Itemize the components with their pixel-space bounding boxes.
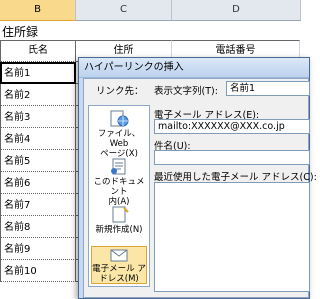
- document-icon: [111, 158, 126, 175]
- name-cell[interactable]: 名前9: [0, 238, 76, 260]
- display-text-input[interactable]: 名前1: [226, 81, 310, 96]
- name-cell[interactable]: 名前5: [0, 150, 76, 172]
- file-web-icon: [110, 110, 129, 127]
- name-cell[interactable]: 名前1: [0, 62, 76, 84]
- name-cell[interactable]: 名前2: [0, 84, 76, 106]
- email-address-input[interactable]: mailto:XXXXXX@XXX.co.jp: [154, 119, 310, 134]
- dialog-body: リンク先： 表示文字列(T): 名前1 ファイル、Web ページ(X) このドキ…: [83, 78, 317, 298]
- nav-this-document-label-1: このドキュメント: [93, 177, 145, 197]
- nav-email-address[interactable]: 電子メール ア ドレス(M): [91, 246, 147, 284]
- column-header-b[interactable]: B: [0, 0, 76, 21]
- column-header-d[interactable]: D: [172, 0, 301, 21]
- new-document-icon: [112, 206, 129, 223]
- link-to-label: リンク先：: [96, 86, 144, 97]
- nav-new-document-label: 新規作成(N): [95, 225, 143, 235]
- name-cell[interactable]: 名前8: [0, 216, 76, 238]
- email-icon: [110, 249, 128, 262]
- recent-emails-list[interactable]: [154, 182, 310, 292]
- name-cell[interactable]: 名前3: [0, 106, 76, 128]
- recent-emails-label: 最近使用した電子メール アドレス(C):: [154, 172, 317, 183]
- nav-new-document[interactable]: 新規作成(N): [91, 206, 147, 238]
- name-cell[interactable]: 名前7: [0, 194, 76, 216]
- nav-email-address-label-1: 電子メール ア: [92, 264, 146, 274]
- link-to-bar: ファイル、Web ページ(X) このドキュメント 内(A) 新規作成(N) 電子…: [88, 105, 150, 287]
- header-name-cell[interactable]: 氏名: [0, 40, 76, 62]
- sheet-title[interactable]: 住所録: [2, 23, 38, 40]
- subject-input[interactable]: [154, 150, 310, 165]
- nav-file-web[interactable]: ファイル、Web ページ(X): [91, 110, 147, 159]
- name-cell[interactable]: 名前6: [0, 172, 76, 194]
- insert-hyperlink-dialog: ハイパーリンクの挿入 リンク先： 表示文字列(T): 名前1 ファイル、Web …: [78, 57, 317, 299]
- dialog-title[interactable]: ハイパーリンクの挿入: [79, 58, 309, 78]
- nav-file-web-label-1: ファイル、Web: [97, 129, 141, 149]
- nav-email-address-label-2: ドレス(M): [99, 274, 139, 284]
- name-cell[interactable]: 名前10: [0, 260, 76, 282]
- nav-this-document[interactable]: このドキュメント 内(A): [91, 158, 147, 207]
- display-text-label: 表示文字列(T):: [154, 86, 218, 97]
- column-header-c[interactable]: C: [76, 0, 172, 21]
- name-cell[interactable]: 名前4: [0, 128, 76, 150]
